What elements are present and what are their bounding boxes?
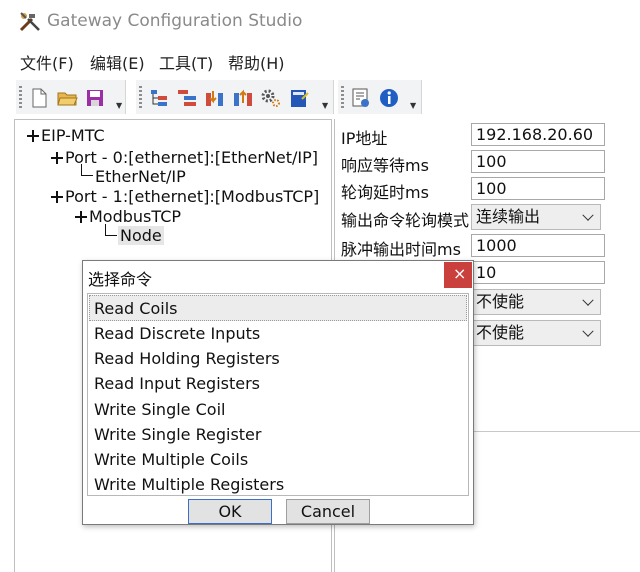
list-item[interactable]: Read Coils [94, 299, 177, 318]
select-command-dialog: 选择命令 × Read Coils Read Discrete Inputs R… [82, 260, 474, 525]
tree-node-label: ModbusTCP [89, 207, 182, 226]
property-row-poll: 轮询延时ms 100 [337, 175, 640, 202]
tree-connector [81, 175, 93, 176]
list-item[interactable]: Write Single Register [94, 425, 261, 444]
list-item[interactable]: Read Input Registers [94, 374, 260, 393]
select-value: 不使能 [476, 323, 525, 342]
list-item[interactable]: Read Discrete Inputs [94, 324, 260, 343]
close-icon: × [453, 264, 467, 283]
property-label: 响应等待ms [341, 156, 429, 175]
menu-help[interactable]: 帮助(H) [228, 50, 285, 74]
window-title: Gateway Configuration Studio [47, 11, 303, 31]
enable-select[interactable]: 不使能 [471, 289, 601, 315]
tree-node-port0[interactable]: Port - 0:[ethernet]:[EtherNet/IP] [51, 148, 318, 167]
response-timeout-field[interactable]: 100 [471, 150, 605, 173]
menu-bar: 文件(F) 编辑(E) 工具(T) 帮助(H) [0, 46, 640, 76]
property-label: IP地址 [341, 129, 388, 148]
import-icon[interactable] [204, 87, 226, 109]
list-item[interactable]: Write Multiple Registers [94, 475, 284, 494]
tree-node-label: EIP-MTC [41, 126, 105, 145]
toolbar-grip[interactable] [341, 86, 344, 108]
toolbar-grip[interactable] [139, 86, 142, 108]
menu-edit[interactable]: 编辑(E) [90, 50, 145, 74]
title-bar: Gateway Configuration Studio [0, 0, 640, 44]
list-item[interactable]: Write Multiple Coils [94, 450, 248, 469]
collapse-icon[interactable] [51, 152, 63, 164]
settings-gear-icon[interactable] [260, 87, 282, 109]
document-settings-icon[interactable] [350, 87, 372, 109]
tree-node-label: Port - 1:[ethernet]:[ModbusTCP] [65, 187, 320, 206]
property-value-field[interactable]: 10 [471, 261, 605, 284]
toolbar-group-help: ▼ [338, 80, 422, 114]
tree-node-label: Node [118, 226, 164, 245]
poll-mode-select[interactable]: 连续输出 [471, 204, 601, 230]
select-value: 不使能 [476, 292, 525, 311]
list-item[interactable]: Write Single Coil [94, 400, 225, 419]
close-button[interactable]: × [444, 262, 472, 288]
pulse-time-field[interactable]: 1000 [471, 234, 605, 257]
property-row-pulse: 脉冲输出时间ms 1000 [337, 232, 640, 259]
menu-tools[interactable]: 工具(T) [159, 50, 213, 74]
toolbar-overflow-icon[interactable]: ▼ [116, 102, 124, 110]
tree-connector [81, 164, 82, 175]
collapse-icon[interactable] [51, 191, 63, 203]
ok-button[interactable]: OK [188, 499, 272, 524]
tree-connector [105, 235, 117, 236]
chevron-down-icon [582, 209, 594, 221]
tree-node-root[interactable]: EIP-MTC [27, 126, 105, 145]
toolbar-grip[interactable] [19, 86, 22, 108]
toolbar: ▼ ▼ ▼ [0, 78, 640, 118]
dialog-title: 选择命令 [88, 270, 153, 289]
collapse-icon[interactable] [27, 130, 39, 142]
tree-node-port1[interactable]: Port - 1:[ethernet]:[ModbusTCP] [51, 187, 319, 206]
tree-node-node[interactable]: Node [118, 226, 164, 245]
property-row-timeout: 响应等待ms 100 [337, 148, 640, 175]
toolbar-overflow-icon[interactable]: ▼ [410, 102, 418, 110]
toolbar-group-file: ▼ [16, 80, 126, 114]
enable-select[interactable]: 不使能 [471, 320, 601, 346]
tree-node-label: Port - 0:[ethernet]:[EtherNet/IP] [65, 148, 319, 167]
menu-file[interactable]: 文件(F) [20, 50, 74, 74]
tree-node-modbustcp[interactable]: ModbusTCP [75, 207, 181, 226]
tree-connector [105, 224, 106, 235]
chevron-down-icon [582, 294, 594, 306]
tree-config-icon[interactable] [148, 87, 170, 109]
property-label: 轮询延时ms [341, 183, 429, 202]
new-file-icon[interactable] [28, 87, 50, 109]
info-icon[interactable] [378, 87, 400, 109]
toolbar-overflow-icon[interactable]: ▼ [322, 102, 330, 110]
property-row-mode: 输出命令轮询模式 连续输出 [337, 203, 640, 230]
toolbar-group-config: ▼ [136, 80, 334, 114]
poll-delay-field[interactable]: 100 [471, 177, 605, 200]
command-list[interactable]: Read Coils Read Discrete Inputs Read Hol… [87, 293, 469, 496]
collapse-icon[interactable] [75, 211, 87, 223]
property-row-ip: IP地址 192.168.20.60 [337, 121, 640, 148]
list-config-icon[interactable] [176, 87, 198, 109]
chevron-down-icon [582, 325, 594, 337]
tree-node-label: EtherNet/IP [95, 167, 186, 186]
tree-node-ethernetip[interactable]: EtherNet/IP [95, 167, 186, 186]
export-icon[interactable] [232, 87, 254, 109]
property-label: 脉冲输出时间ms [341, 240, 461, 259]
select-value: 连续输出 [476, 207, 541, 226]
list-item[interactable]: Read Holding Registers [94, 349, 280, 368]
save-icon[interactable] [84, 87, 106, 109]
open-folder-icon[interactable] [56, 87, 78, 109]
ip-address-field[interactable]: 192.168.20.60 [471, 123, 605, 146]
property-label: 输出命令轮询模式 [341, 211, 470, 230]
notebook-icon[interactable] [288, 87, 310, 109]
tools-hammer-icon [19, 12, 40, 32]
cancel-button[interactable]: Cancel [286, 499, 370, 524]
